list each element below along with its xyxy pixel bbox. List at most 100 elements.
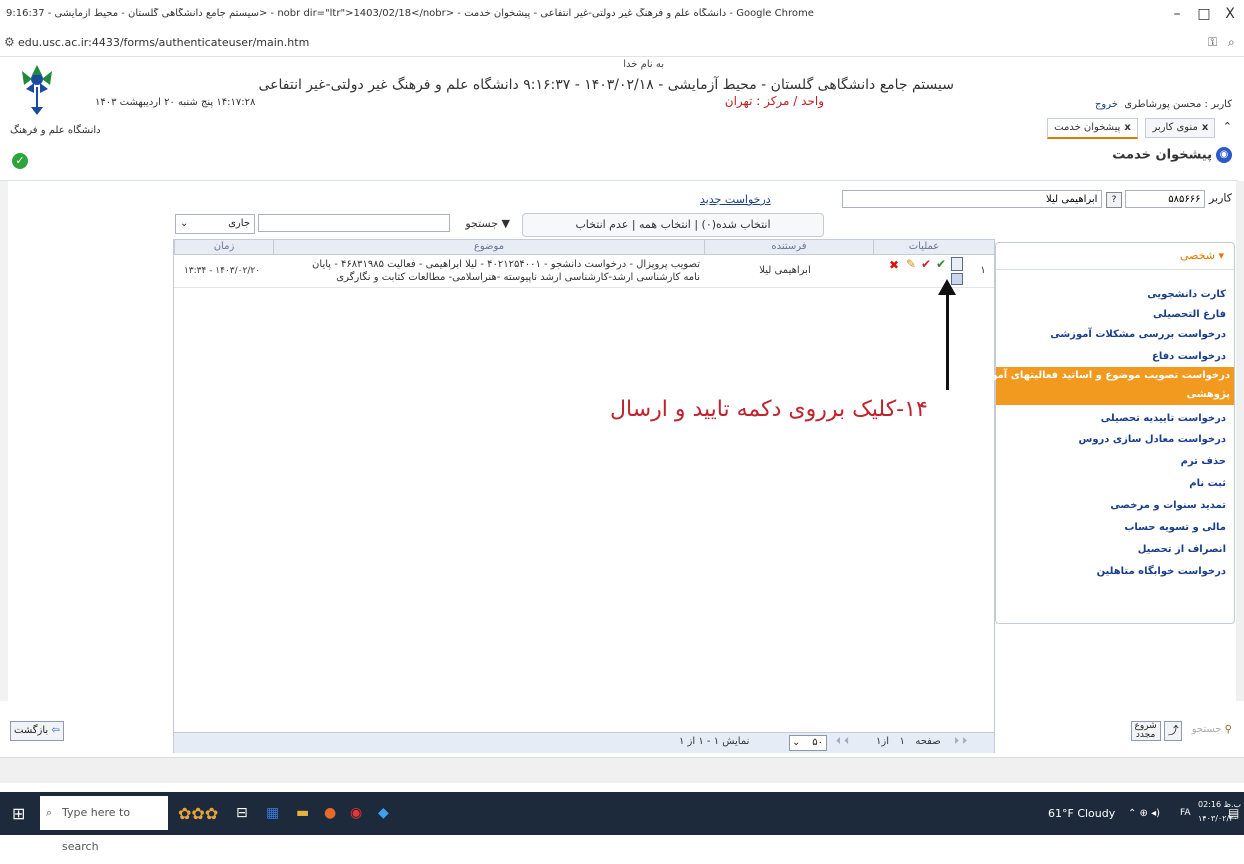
binoculars-icon: ⚲	[1224, 724, 1232, 735]
system-title: سیستم جامع دانشگاهی گلستان - محیط آزمایش…	[258, 77, 954, 93]
weather-widget[interactable]: 61°F Cloudy	[1048, 792, 1115, 835]
windows-taskbar: ⊞ ⌕ Type here to search ✿✿✿ ⊟ ▦ ▬ ● ◉ ◆ …	[0, 792, 1244, 853]
col-subject[interactable]: موضوع	[273, 240, 704, 254]
restart-button[interactable]: شروع مجدد	[1130, 721, 1161, 741]
row-index: ۱	[980, 265, 986, 276]
key-icon[interactable]: ⚿	[1208, 35, 1217, 50]
annotation-text: ۱۴-کلیک برروی دکمه تایید و ارسال	[610, 397, 928, 422]
filter-icon: ▼	[501, 217, 510, 230]
grid-pager: نمایش ۱ - ۱ از ۱ ⌄ ۵۰ ⏴ ⏴ صفحه ۱ از۱ ⏵ ⏵	[174, 732, 994, 753]
sidebar-item-withdraw[interactable]: انصراف از تحصیل	[1138, 544, 1226, 555]
pager-page: صفحه ۱ از۱	[876, 736, 941, 747]
table-row[interactable]: ۱۴۰۳/۰۲/۲۰ - ۱۳:۳۴ تصویب پروپزال - درخوا…	[174, 255, 994, 288]
service-desk-icon: ◉	[1216, 147, 1232, 163]
new-request-link[interactable]: درخواست جدید	[700, 193, 771, 206]
sidebar-item-finance[interactable]: مالی و تسویه حساب	[1124, 522, 1226, 533]
status-strip	[0, 757, 1244, 783]
page-size-select[interactable]: ⌄ ۵۰	[789, 735, 827, 751]
col-operations[interactable]: عملیات	[873, 240, 974, 254]
file-explorer-icon[interactable]: ▬	[296, 792, 309, 835]
app-icon[interactable]: ◆	[378, 792, 389, 835]
inbox-grid: زمان موضوع فرستنده عملیات ۱۴۰۳/۰۲/۲۰ - ۱…	[173, 239, 995, 753]
check-status-icon: ✓	[12, 153, 28, 169]
status-filter-select[interactable]: جاری ⌄	[175, 214, 255, 234]
user-search-label: کاربر	[1208, 191, 1232, 205]
edit-icon[interactable]: ✎	[906, 258, 916, 271]
user-code-field[interactable]	[1125, 190, 1206, 208]
tab-strip: ⌃ xمنوی کاربر xپیشخوان خدمت	[1043, 118, 1232, 139]
tab-user-menu[interactable]: xمنوی کاربر	[1145, 118, 1216, 138]
pager-prev-icons[interactable]: ⏴ ⏴	[836, 736, 849, 747]
col-time[interactable]: زمان	[174, 240, 273, 254]
page-title: ◉پیشخوان خدمت	[1112, 147, 1232, 163]
chrome-icon[interactable]: ◉	[350, 792, 362, 835]
pager-summary: نمایش ۱ - ۱ از ۱	[679, 736, 750, 747]
right-scrollbar[interactable]	[1236, 181, 1244, 701]
sidebar-item-edu-confirmation[interactable]: درخواست تاییدیه تحصیلی	[1101, 413, 1226, 424]
close-tab-icon[interactable]: x	[1202, 122, 1208, 133]
back-arrow-icon: ⇦	[51, 725, 60, 736]
left-scrollbar[interactable]	[0, 181, 8, 701]
lookup-help-icon[interactable]: ?	[1105, 191, 1122, 208]
maximize-button[interactable]: □	[1192, 4, 1216, 24]
close-button[interactable]: X	[1218, 4, 1242, 24]
sidebar-item-registration[interactable]: ثبت نام	[1189, 478, 1226, 489]
site-info-icon[interactable]: ⚙	[4, 35, 15, 49]
bottom-search-button[interactable]: جستجو ⚲	[1192, 721, 1232, 739]
sidebar-item-topic-approval[interactable]: درخواست تصویب موضوع و اساتید فعالیتهای آ…	[961, 367, 1234, 405]
firefox-icon[interactable]: ●	[324, 792, 336, 835]
user-search-row: کاربر ?	[842, 190, 1232, 210]
sidebar-item-graduation[interactable]: فارغ التحصیلی	[1153, 309, 1226, 320]
url-text[interactable]: edu.usc.ac.ir:4433/forms/authenticateuse…	[18, 36, 309, 49]
selection-toolbar[interactable]: انتخاب شده(۰) | انتخاب همه | عدم انتخاب	[522, 213, 824, 237]
collapse-icon[interactable]: ⌃	[1223, 120, 1232, 133]
chevron-down-icon: ⌄	[180, 218, 189, 229]
zoom-icon[interactable]: ⌕	[1228, 35, 1235, 50]
bottom-toolbar: شروع مجدد ⤴ جستجو ⚲	[1130, 721, 1232, 741]
sidebar-item-student-card[interactable]: کارت دانشجویی	[1147, 289, 1226, 300]
header-datetime: ۱۴:۱۷:۲۸ پنج شنبه ۲۰ اردیبهشت ۱۴۰۳	[95, 97, 256, 108]
windows-start-icon[interactable]: ⊞	[12, 792, 25, 835]
reject-icon[interactable]: ✔	[921, 258, 931, 271]
col-sender[interactable]: فرستنده	[704, 240, 873, 254]
address-bar[interactable]: ⚙ edu.usc.ac.ir:4433/forms/authenticateu…	[0, 30, 1244, 57]
notification-icon[interactable]: ▤	[1228, 792, 1239, 835]
sidebar-item-dorm[interactable]: درخواست خوابگاه متاهلین	[1097, 566, 1226, 577]
annotation-arrow	[946, 292, 949, 390]
close-tab-icon[interactable]: x	[1124, 122, 1130, 133]
sidebar-title: ▾ شخصی	[1179, 249, 1224, 262]
pager-next-icons[interactable]: ⏵ ⏵	[954, 736, 967, 747]
delete-icon[interactable]: ✖	[889, 259, 899, 272]
approve-send-icon[interactable]: ✔	[936, 258, 946, 271]
sidebar-item-defense[interactable]: درخواست دفاع	[1152, 351, 1226, 362]
user-name-field[interactable]	[842, 190, 1103, 208]
center-label: واحد / مرکز : تهران	[724, 94, 824, 108]
grid-search-input[interactable]	[258, 214, 450, 232]
tab-service-desk[interactable]: xپیشخوان خدمت	[1047, 118, 1138, 139]
restart-icon[interactable]: ⤴	[1164, 721, 1183, 741]
sidebar-item-extension-leave[interactable]: تمدید سنوات و مرخصی	[1110, 500, 1226, 511]
search-button[interactable]: ▼ جستجو	[448, 213, 510, 235]
logout-link[interactable]: خروج	[1095, 99, 1118, 110]
language-indicator[interactable]: FA	[1180, 792, 1191, 835]
user-info: کاربر : محسن پورشاطری خروج	[1095, 99, 1232, 110]
store-icon[interactable]: ▦	[266, 792, 279, 835]
sidebar-item-edu-problems[interactable]: درخواست بررسی مشکلات آموزشی	[1050, 329, 1226, 340]
sidebar-item-drop-term[interactable]: حذف ترم	[1181, 456, 1226, 467]
view-doc-icon[interactable]	[951, 257, 963, 271]
logo-text: دانشگاه علم و فرهنگ	[10, 125, 101, 136]
minimize-button[interactable]: –	[1165, 4, 1189, 24]
task-view-icon[interactable]: ⊟	[236, 792, 248, 835]
browser-titlebar: سیستم جامع دانشگاهی گلستان - محیط آزمایش…	[0, 0, 1244, 31]
search-icon: ⌕	[46, 806, 53, 819]
news-widget-icon[interactable]: ✿✿✿	[178, 792, 218, 835]
sidebar-item-course-equivalence[interactable]: درخواست معادل سازی دروس	[1079, 434, 1226, 445]
service-sidebar: ▾ شخصی کارت دانشجویی فارغ التحصیلی درخوا…	[961, 242, 1235, 624]
tray-icons[interactable]: ⌃ ⊕ ◂)	[1128, 792, 1160, 835]
sidebar-header[interactable]: ▾ شخصی	[996, 243, 1234, 270]
bismillah: به نام خدا	[623, 59, 664, 70]
chevron-down-icon: ⌄	[792, 737, 801, 748]
taskbar-search-input[interactable]: ⌕ Type here to search	[40, 796, 168, 853]
back-button[interactable]: ⇦ بازگشت	[10, 721, 64, 741]
row-sender: ابراهیمی لیلا	[759, 265, 811, 276]
